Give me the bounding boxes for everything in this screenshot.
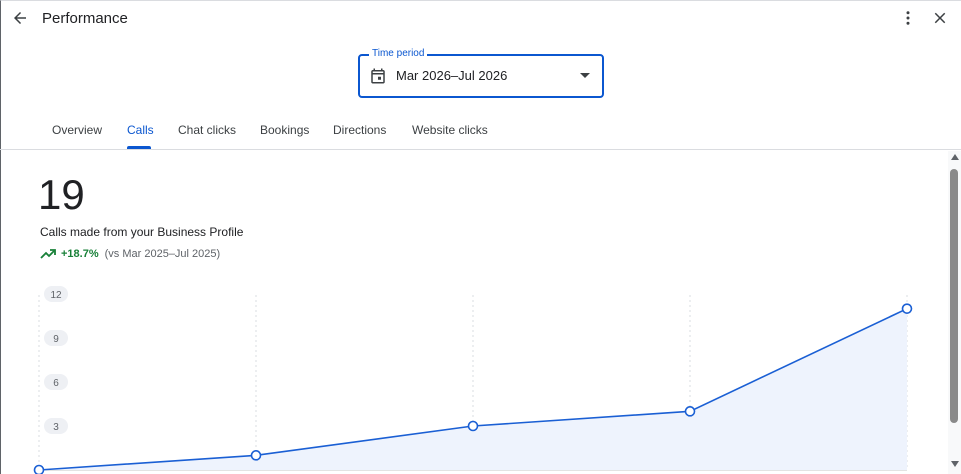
arrow-back-icon [14,12,26,24]
data-point [250,450,262,461]
time-period-select[interactable]: Time period Mar 2026–Jul 2026 [358,48,604,98]
more-vert-icon [906,11,910,25]
y-tick-label: 3 [53,422,59,433]
metric-tabs: Overview Calls Chat clicks Bookings Dire… [0,112,961,150]
time-period-value: Mar 2026–Jul 2026 [396,68,508,83]
calls-description: Calls made from your Business Profile [40,225,244,239]
tab-website-clicks[interactable]: Website clicks [412,123,488,137]
tab-overview[interactable]: Overview [52,123,102,137]
chevron-down-icon [580,73,590,78]
scroll-up-arrow[interactable] [951,154,959,160]
calls-chart: 3 6 9 12 [33,286,913,474]
trending-up-icon [40,249,56,259]
y-tick-label: 6 [53,378,59,389]
series-area [39,308,907,470]
dialog-header: Performance [0,0,961,38]
page-title: Performance [42,10,128,27]
scrollbar-thumb[interactable] [950,169,958,423]
active-tab-indicator [127,146,151,149]
trend-percentage: +18.7% [61,248,99,260]
tab-chat-clicks[interactable]: Chat clicks [178,123,236,137]
more-options-button[interactable] [896,6,920,30]
trend-comparison: (vs Mar 2025–Jul 2025) [104,248,221,260]
close-icon [934,12,946,24]
close-button[interactable] [928,6,952,30]
scrollbar[interactable] [948,151,961,474]
tab-directions[interactable]: Directions [333,123,386,137]
data-point [684,406,696,417]
back-button[interactable] [8,6,32,30]
trend-row: +18.7% (vs Mar 2025–Jul 2025) [40,248,220,260]
data-point [467,420,479,432]
calls-panel: 19 Calls made from your Business Profile… [0,151,948,474]
scroll-down-arrow[interactable] [951,461,959,467]
time-period-label: Time period [369,48,428,60]
calls-total: 19 [38,171,85,218]
y-tick-label: 9 [53,334,59,345]
tab-bookings[interactable]: Bookings [260,123,309,137]
tab-calls[interactable]: Calls [127,123,154,137]
data-point [33,464,45,474]
data-point [901,303,913,314]
y-tick-label: 12 [50,290,62,301]
calendar-icon [371,68,385,84]
